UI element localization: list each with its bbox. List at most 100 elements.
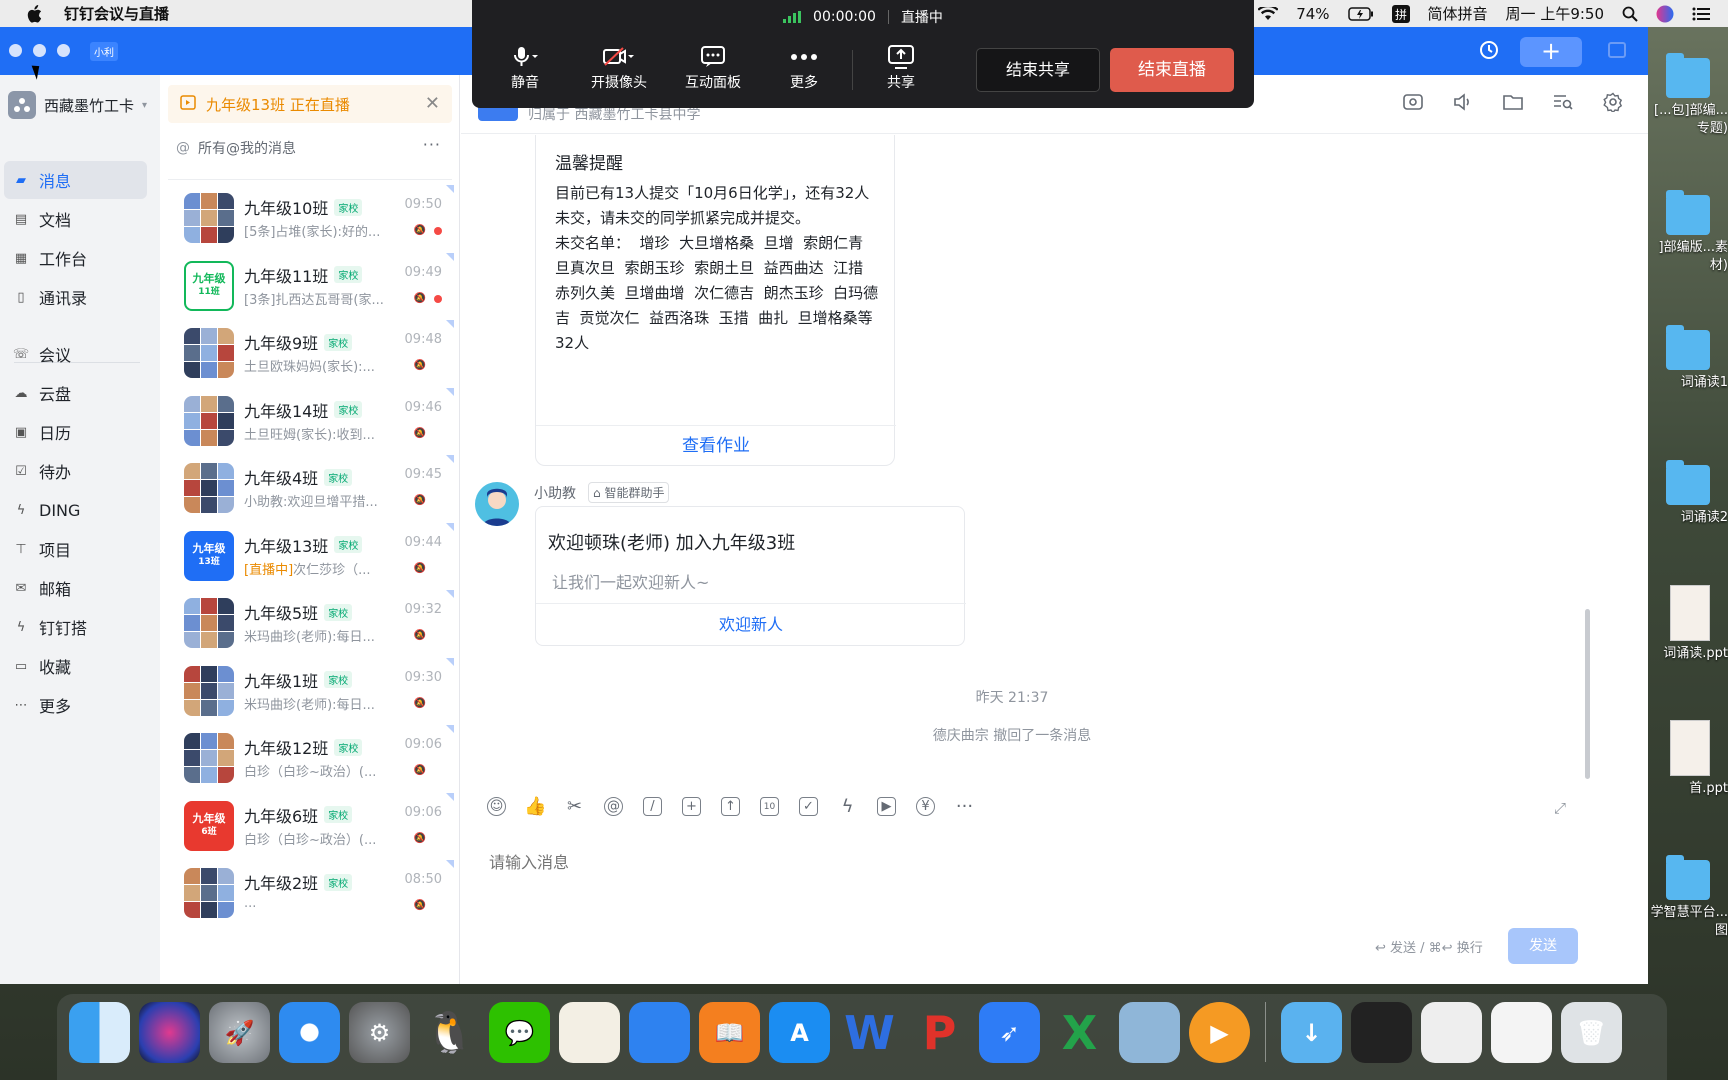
desktop-file-2[interactable]: 首.ppt: [1648, 720, 1728, 798]
expand-icon[interactable]: ⤢: [1554, 799, 1566, 817]
zoom-window-button[interactable]: [57, 44, 70, 57]
downloads-folder-icon[interactable]: ↓: [1281, 1002, 1342, 1063]
finder-icon[interactable]: [69, 1002, 130, 1063]
note-icon[interactable]: +: [682, 797, 701, 816]
user-badge[interactable]: 小利: [90, 42, 118, 61]
nav-item-project[interactable]: ⊤ 项目: [4, 530, 147, 568]
siri-icon[interactable]: [139, 1002, 200, 1063]
apple-icon[interactable]: [24, 4, 44, 24]
wps-writer-icon[interactable]: W: [839, 1002, 900, 1063]
share-button[interactable]: 共享: [862, 42, 940, 92]
welcome-newcomer-button[interactable]: 欢迎新人: [536, 604, 966, 646]
mention-filter[interactable]: @ 所有@我的消息: [176, 138, 296, 158]
conversation-item[interactable]: 九年级 6班 九年级6班 家校 09:06 白珍（白珍~政治）(... 🔕: [160, 789, 459, 863]
close-icon[interactable]: ✕: [425, 93, 440, 114]
system-preferences-icon[interactable]: ⚙: [349, 1002, 410, 1063]
desktop-folder-4[interactable]: 词诵读2: [1648, 460, 1728, 527]
menubar-clock[interactable]: 周一 上午9:50: [1506, 3, 1604, 24]
thumbs-up-icon[interactable]: 👍: [524, 796, 546, 817]
upload-file-icon[interactable]: ↑: [721, 797, 740, 816]
conversation-item[interactable]: 九年级9班 家校 09:48 土旦欧珠妈妈(家长):... 🔕: [160, 316, 459, 390]
nav-item-favorites[interactable]: ▭ 收藏: [4, 647, 147, 685]
more-tools-icon[interactable]: ···: [955, 796, 974, 817]
conversation-item[interactable]: 九年级14班 家校 09:46 土旦旺姆(家长):收到... 🔕: [160, 384, 459, 458]
spotlight-search-icon[interactable]: [1622, 6, 1638, 22]
nav-item-more[interactable]: ⋯ 更多: [4, 686, 147, 724]
desktop-folder-2[interactable]: ]部编版...素材): [1648, 190, 1728, 275]
live-video-icon[interactable]: [1402, 91, 1424, 113]
input-method-label[interactable]: 简体拼音: [1428, 3, 1488, 24]
calendar-icon[interactable]: 10: [760, 797, 779, 816]
nav-item-meeting[interactable]: ☏ 会议: [4, 335, 147, 373]
end-share-button[interactable]: 结束共享: [976, 48, 1100, 92]
more-button[interactable]: 更多: [765, 42, 843, 92]
nav-item-ding[interactable]: ϟ DING: [4, 491, 147, 529]
assistant-avatar[interactable]: [475, 482, 519, 526]
document-window-icon[interactable]: [1421, 1002, 1482, 1063]
speaker-icon[interactable]: [1452, 91, 1474, 113]
desktop-folder-3[interactable]: 词诵读1: [1648, 325, 1728, 392]
preview-icon[interactable]: [559, 1002, 620, 1063]
folder-icon[interactable]: [1502, 91, 1524, 113]
app-name[interactable]: 钉钉会议与直播: [64, 3, 169, 24]
camera-button[interactable]: 开摄像头: [580, 42, 658, 92]
end-live-button[interactable]: 结束直播: [1110, 48, 1234, 92]
conversation-item[interactable]: 九年级 11班 九年级11班 家校 09:49 [3条]扎西达瓦哥哥(家... 🔕: [160, 249, 459, 323]
scissors-icon[interactable]: ✂: [565, 796, 584, 817]
nav-item-contacts[interactable]: ▯ 通讯录: [4, 278, 147, 316]
conversation-item[interactable]: 九年级2班 家校 08:50... 🔕: [160, 856, 459, 930]
battery-icon[interactable]: [1347, 6, 1374, 21]
nav-item-cloud[interactable]: ☁ 云盘: [4, 374, 147, 412]
siri-icon[interactable]: [1656, 5, 1674, 23]
mention-icon[interactable]: @: [604, 797, 623, 816]
nav-item-workbench[interactable]: ▦ 工作台: [4, 239, 147, 277]
safari-icon[interactable]: [279, 1002, 340, 1063]
ding-icon[interactable]: ϟ: [838, 796, 857, 817]
nav-item-todo[interactable]: ☑ 待办: [4, 452, 147, 490]
close-window-button[interactable]: [9, 44, 22, 57]
nav-item-messages[interactable]: ▰ 消息: [4, 161, 147, 199]
red-packet-icon[interactable]: ¥: [916, 797, 935, 816]
notification-center-icon[interactable]: [1692, 7, 1710, 21]
scrollbar[interactable]: [1585, 609, 1590, 779]
document-window-icon[interactable]: [1491, 1002, 1552, 1063]
view-homework-button[interactable]: 查看作业: [536, 427, 896, 465]
live-icon[interactable]: ▶: [877, 797, 896, 816]
launchpad-icon[interactable]: 🚀: [209, 1002, 270, 1063]
nav-item-calendar[interactable]: ▣ 日历: [4, 413, 147, 451]
gear-icon[interactable]: [1602, 91, 1624, 113]
live-banner[interactable]: 九年级13班 正在直播 ✕: [168, 85, 452, 123]
books-icon[interactable]: 📖: [699, 1002, 760, 1063]
message-input[interactable]: [489, 847, 1539, 877]
task-icon[interactable]: ✓: [799, 797, 818, 816]
history-icon[interactable]: [1478, 39, 1500, 65]
keynote-icon[interactable]: [629, 1002, 690, 1063]
input-method-icon[interactable]: 拼: [1391, 4, 1410, 23]
more-options-icon[interactable]: ···: [423, 135, 441, 154]
nav-item-docs[interactable]: ▤ 文档: [4, 200, 147, 238]
wechat-icon[interactable]: 💬: [489, 1002, 550, 1063]
desktop-folder-5[interactable]: 学智慧平台...图: [1648, 855, 1728, 940]
qq-icon[interactable]: 🐧: [419, 1002, 480, 1063]
image-capture-icon[interactable]: [1119, 1002, 1180, 1063]
org-switcher[interactable]: 西藏墨竹工卡 ▾: [8, 91, 147, 119]
new-button[interactable]: +: [1520, 37, 1582, 67]
conversation-item[interactable]: 九年级5班 家校 09:32 米玛曲珍(老师):每日... 🔕: [160, 586, 459, 660]
wps-presentation-icon[interactable]: P: [909, 1002, 970, 1063]
conversation-item[interactable]: 九年级10班 家校 09:50 [5条]占堆(家长):好的... 🔕: [160, 181, 459, 255]
minimize-window-button[interactable]: [33, 44, 46, 57]
app-store-icon[interactable]: A: [769, 1002, 830, 1063]
desktop-folder-1[interactable]: [...包]部编...专题): [1648, 53, 1728, 138]
nav-item-mail[interactable]: ✉ 邮箱: [4, 569, 147, 607]
mute-button[interactable]: 静音: [486, 42, 564, 92]
screen-recording-icon[interactable]: [1351, 1002, 1412, 1063]
dingtalk-icon[interactable]: ➶: [979, 1002, 1040, 1063]
nav-item-dingda[interactable]: ϟ 钉钉搭: [4, 608, 147, 646]
trash-icon[interactable]: 🗑: [1561, 1002, 1622, 1063]
wps-spreadsheet-icon[interactable]: X: [1049, 1002, 1110, 1063]
conversation-item[interactable]: 九年级4班 家校 09:45 小助教:欢迎旦增平措... 🔕: [160, 451, 459, 525]
conversation-item[interactable]: 九年级1班 家校 09:30 米玛曲珍(老师):每日... 🔕: [160, 654, 459, 728]
search-history-icon[interactable]: [1552, 91, 1574, 113]
interaction-panel-button[interactable]: 互动面板: [674, 42, 752, 92]
wifi-icon[interactable]: [1258, 6, 1279, 21]
